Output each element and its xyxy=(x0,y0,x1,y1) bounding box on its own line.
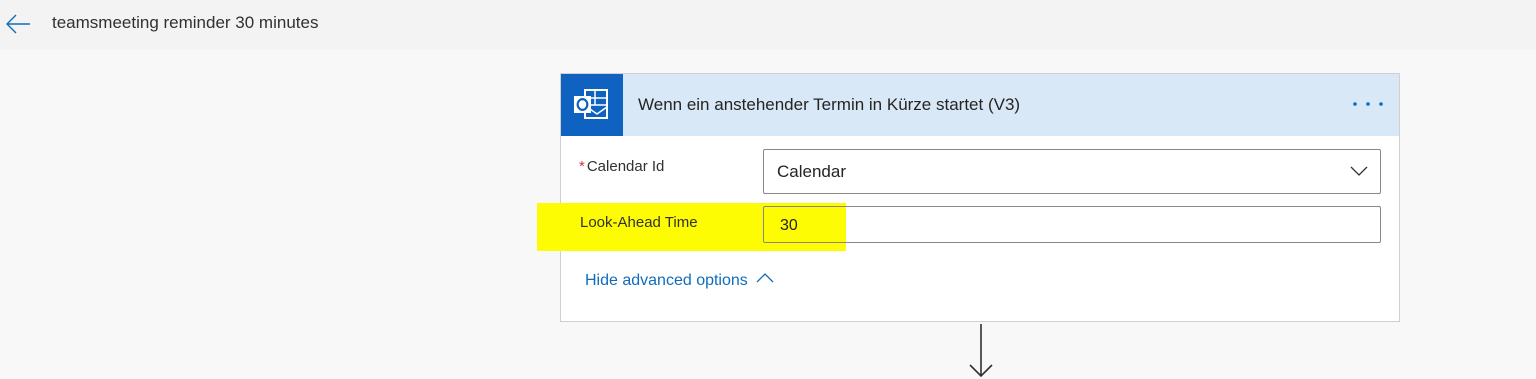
trigger-card-header[interactable]: Wenn ein anstehender Termin in Kürze sta… xyxy=(561,74,1399,136)
required-marker: * xyxy=(579,158,585,175)
hide-advanced-options-label: Hide advanced options xyxy=(585,272,748,289)
trigger-card: Wenn ein anstehender Termin in Kürze sta… xyxy=(537,73,1400,322)
chevron-down-icon xyxy=(1350,166,1368,176)
more-options-button[interactable] xyxy=(1351,94,1385,114)
look-ahead-time-input[interactable]: 30 xyxy=(763,206,1381,243)
top-bar: teamsmeeting reminder 30 minutes xyxy=(0,0,1536,50)
arrow-down-icon xyxy=(969,324,993,378)
arrow-left-icon xyxy=(6,14,30,34)
calendar-id-label-text: Calendar Id xyxy=(586,158,665,175)
flow-title: teamsmeeting reminder 30 minutes xyxy=(52,13,319,32)
look-ahead-time-label: Look-Ahead Time xyxy=(580,214,698,231)
trigger-card-title: Wenn ein anstehender Termin in Kürze sta… xyxy=(638,95,1021,114)
look-ahead-time-value: 30 xyxy=(780,217,798,234)
calendar-id-value: Calendar xyxy=(777,162,846,181)
calendar-id-dropdown[interactable]: Calendar xyxy=(763,149,1381,194)
hide-advanced-options-link[interactable]: Hide advanced options xyxy=(585,272,774,290)
ellipsis-icon xyxy=(1353,102,1383,106)
calendar-id-label: * Calendar Id xyxy=(579,158,664,175)
outlook-icon xyxy=(574,89,608,119)
chevron-up-icon xyxy=(756,273,774,283)
back-button[interactable] xyxy=(4,11,32,37)
outlook-icon-tile xyxy=(561,74,623,136)
